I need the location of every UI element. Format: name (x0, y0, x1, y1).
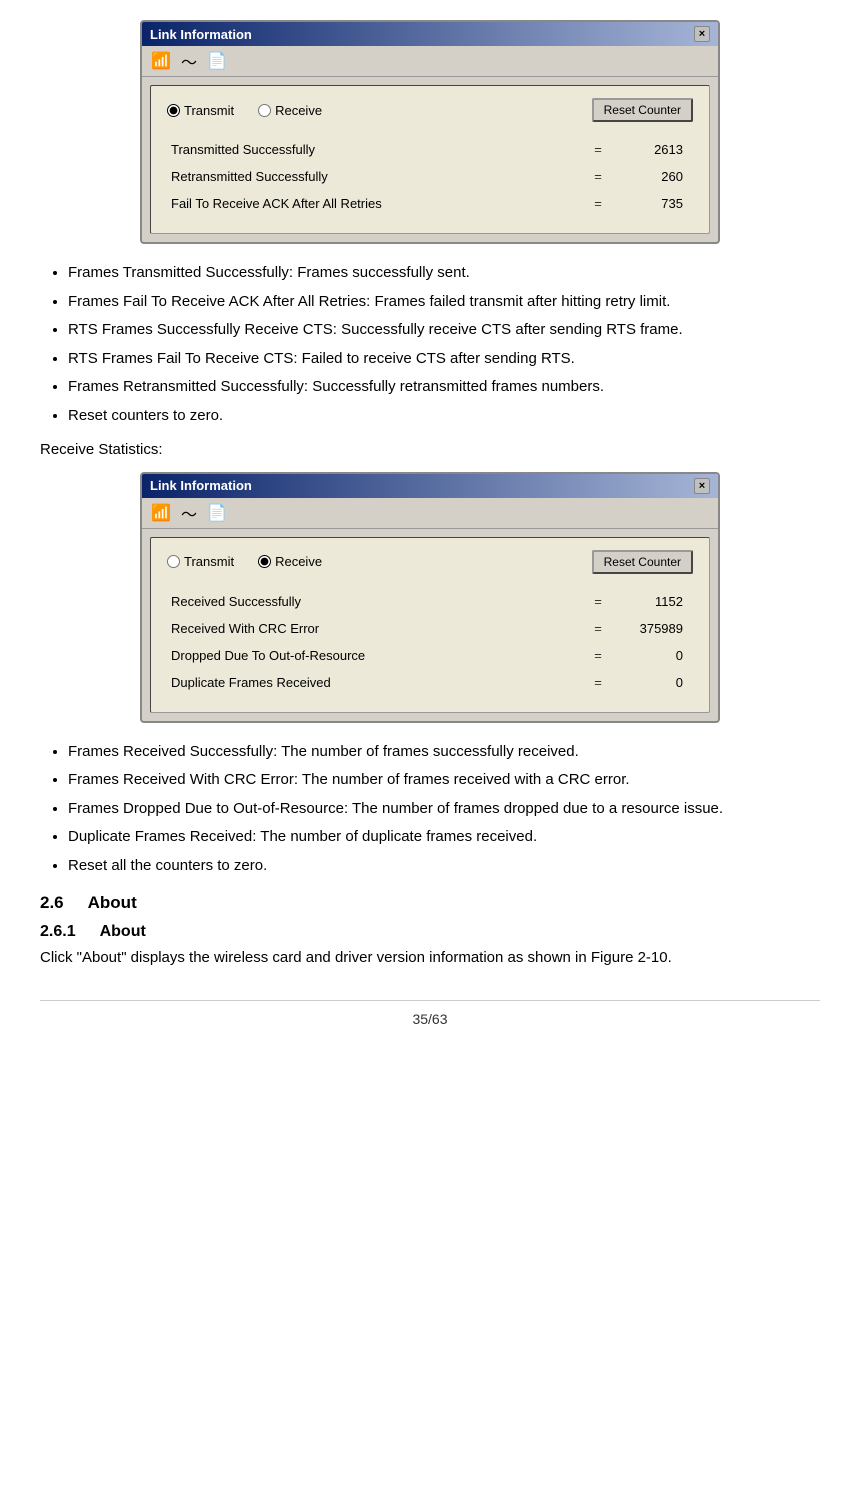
transmit-dialog-wrapper: Link Information × 📶 〜 📄 Transmit Recei (40, 20, 820, 244)
receive-doc-icon: 📄 (206, 502, 228, 524)
stat-value: 375989 (613, 615, 693, 642)
transmit-label: Transmit (184, 103, 234, 118)
transmit-dialog-title: Link Information (150, 27, 252, 42)
list-item: Frames Received With CRC Error: The numb… (68, 769, 820, 792)
receive-receive-label: Receive (275, 554, 322, 569)
stat-value: 0 (613, 669, 693, 696)
close-icon: × (699, 28, 705, 40)
receive-receive-radio-input[interactable] (258, 555, 271, 568)
stat-eq: = (583, 588, 613, 615)
transmit-dialog-close-button[interactable]: × (694, 26, 710, 42)
transmit-radio-row: Transmit Receive Reset Counter (167, 98, 693, 122)
stat-value: 2613 (613, 136, 693, 163)
stat-eq: = (583, 669, 613, 696)
transmit-dialog-toolbar: 📶 〜 📄 (142, 46, 718, 77)
list-item: Reset counters to zero. (68, 405, 820, 428)
section-2-6-1-heading: 2.6.1 About (40, 923, 820, 941)
doc-icon: 📄 (206, 50, 228, 72)
receive-dialog-titlebar: Link Information × (142, 474, 718, 498)
receive-transmit-radio-input[interactable] (167, 555, 180, 568)
table-row: Received With CRC Error = 375989 (167, 615, 693, 642)
section-2-6-1-number: 2.6.1 (40, 923, 76, 941)
section-2-6-1-title: About (100, 923, 146, 941)
transmit-dialog-titlebar: Link Information × (142, 22, 718, 46)
page-number: 35/63 (412, 1011, 447, 1027)
stat-value: 260 (613, 163, 693, 190)
stat-eq: = (583, 163, 613, 190)
table-row: Transmitted Successfully = 2613 (167, 136, 693, 163)
list-item: Frames Retransmitted Successfully: Succe… (68, 376, 820, 399)
list-item: RTS Frames Fail To Receive CTS: Failed t… (68, 348, 820, 371)
transmit-radio-input[interactable] (167, 104, 180, 117)
stat-value: 1152 (613, 588, 693, 615)
transmit-bullets-list: Frames Transmitted Successfully: Frames … (40, 262, 820, 427)
receive-wifi-icon: 📶 (150, 502, 172, 524)
stat-eq: = (583, 615, 613, 642)
about-text: Click "About" displays the wireless card… (40, 947, 820, 970)
section-2-6-number: 2.6 (40, 893, 64, 913)
reset-counter-label: Reset Counter (604, 103, 681, 117)
wave-icon: 〜 (178, 50, 200, 72)
stat-label: Transmitted Successfully (167, 136, 583, 163)
receive-close-icon: × (699, 480, 705, 492)
receive-label: Receive (275, 103, 322, 118)
list-item: Frames Received Successfully: The number… (68, 741, 820, 764)
table-row: Duplicate Frames Received = 0 (167, 669, 693, 696)
receive-dialog-wrapper: Link Information × 📶 〜 📄 Transmit Recei (40, 472, 820, 723)
receive-transmit-radio-label[interactable]: Transmit (167, 554, 234, 569)
stat-value: 735 (613, 190, 693, 217)
receive-radio-row: Transmit Receive Reset Counter (167, 550, 693, 574)
receive-dialog-title: Link Information (150, 478, 252, 493)
stat-eq: = (583, 136, 613, 163)
list-item: Frames Dropped Due to Out-of-Resource: T… (68, 798, 820, 821)
list-item: Reset all the counters to zero. (68, 855, 820, 878)
receive-section-label: Receive Statistics: (40, 439, 820, 462)
stat-label: Dropped Due To Out-of-Resource (167, 642, 583, 669)
transmit-stats-table: Transmitted Successfully = 2613 Retransm… (167, 136, 693, 217)
receive-dialog-body: Transmit Receive Reset Counter Received … (150, 537, 710, 713)
page-footer: 35/63 (40, 1000, 820, 1027)
transmit-dialog: Link Information × 📶 〜 📄 Transmit Recei (140, 20, 720, 244)
receive-receive-radio-label[interactable]: Receive (258, 554, 322, 569)
receive-wave-icon: 〜 (178, 502, 200, 524)
receive-radio-input[interactable] (258, 104, 271, 117)
table-row: Retransmitted Successfully = 260 (167, 163, 693, 190)
table-row: Fail To Receive ACK After All Retries = … (167, 190, 693, 217)
stat-eq: = (583, 190, 613, 217)
transmit-dialog-body: Transmit Receive Reset Counter Transmitt… (150, 85, 710, 234)
receive-radio-group: Transmit Receive (167, 554, 322, 569)
stat-label: Received With CRC Error (167, 615, 583, 642)
stat-label: Received Successfully (167, 588, 583, 615)
stat-eq: = (583, 642, 613, 669)
table-row: Dropped Due To Out-of-Resource = 0 (167, 642, 693, 669)
stat-label: Fail To Receive ACK After All Retries (167, 190, 583, 217)
receive-transmit-label: Transmit (184, 554, 234, 569)
receive-stats-table: Received Successfully = 1152 Received Wi… (167, 588, 693, 696)
stat-value: 0 (613, 642, 693, 669)
stat-label: Duplicate Frames Received (167, 669, 583, 696)
receive-reset-counter-label: Reset Counter (604, 555, 681, 569)
receive-bullets-list: Frames Received Successfully: The number… (40, 741, 820, 878)
reset-counter-button[interactable]: Reset Counter (592, 98, 693, 122)
receive-dialog-close-button[interactable]: × (694, 478, 710, 494)
list-item: Frames Transmitted Successfully: Frames … (68, 262, 820, 285)
receive-dialog: Link Information × 📶 〜 📄 Transmit Recei (140, 472, 720, 723)
receive-reset-counter-button[interactable]: Reset Counter (592, 550, 693, 574)
stat-label: Retransmitted Successfully (167, 163, 583, 190)
transmit-radio-label[interactable]: Transmit (167, 103, 234, 118)
section-2-6-title: About (88, 893, 137, 913)
table-row: Received Successfully = 1152 (167, 588, 693, 615)
section-2-6-heading: 2.6 About (40, 893, 820, 913)
list-item: Duplicate Frames Received: The number of… (68, 826, 820, 849)
list-item: RTS Frames Successfully Receive CTS: Suc… (68, 319, 820, 342)
receive-radio-label[interactable]: Receive (258, 103, 322, 118)
transmit-radio-group: Transmit Receive (167, 103, 322, 118)
list-item: Frames Fail To Receive ACK After All Ret… (68, 291, 820, 314)
receive-dialog-toolbar: 📶 〜 📄 (142, 498, 718, 529)
wifi-icon: 📶 (150, 50, 172, 72)
